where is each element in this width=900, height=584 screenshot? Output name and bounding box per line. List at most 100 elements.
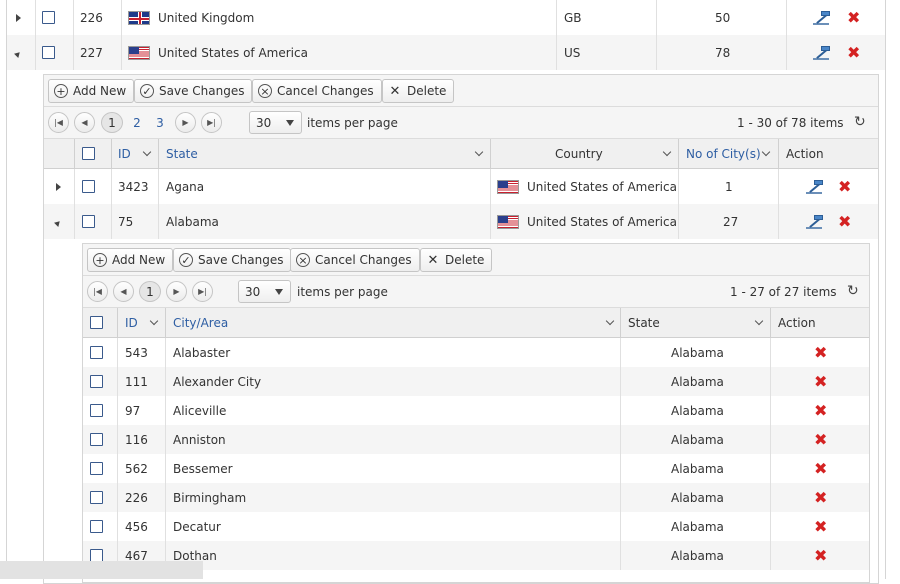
delete-icon[interactable]: ✖ <box>838 178 851 195</box>
table-row[interactable]: 111 Alexander City Alabama ✖ <box>83 367 869 396</box>
delete-icon[interactable]: ✖ <box>814 373 827 390</box>
column-header-state[interactable]: State <box>628 308 660 337</box>
table-row[interactable]: 97 Aliceville Alabama ✖ <box>83 396 869 425</box>
row-id: 456 <box>125 519 148 534</box>
table-row[interactable]: 543 Alabaster Alabama ✖ <box>83 338 869 367</box>
collapse-row-icon[interactable] <box>14 35 24 70</box>
delete-icon[interactable]: ✖ <box>814 547 827 564</box>
horizontal-scrollbar[interactable] <box>0 561 203 579</box>
delete-icon[interactable]: ✖ <box>814 402 827 419</box>
next-page-icon[interactable]: ▶ <box>175 112 196 133</box>
chevron-down-icon[interactable] <box>662 147 672 157</box>
table-row[interactable]: 562 Bessemer Alabama ✖ <box>83 454 869 483</box>
add-new-button[interactable]: + Add New <box>48 79 135 103</box>
last-page-icon[interactable]: ▶| <box>201 112 222 133</box>
page-3[interactable]: 3 <box>149 112 171 133</box>
check-icon: ✓ <box>179 253 193 267</box>
delete-icon[interactable]: ✖ <box>838 213 851 230</box>
delete-icon[interactable]: ✖ <box>814 431 827 448</box>
table-row[interactable]: 226 United Kingdom GB 50 ✖ <box>7 0 885 35</box>
row-checkbox[interactable] <box>90 520 103 533</box>
country-name: United States of America <box>527 214 677 229</box>
page-1[interactable]: 1 <box>139 281 161 302</box>
chevron-down-icon[interactable] <box>605 316 615 326</box>
delete-icon[interactable]: ✖ <box>814 344 827 361</box>
row-checkbox[interactable] <box>82 180 95 193</box>
country-name: United States of America <box>527 179 677 194</box>
delete-icon[interactable]: ✖ <box>814 489 827 506</box>
last-page-icon[interactable]: ▶| <box>192 281 213 302</box>
save-changes-button[interactable]: ✓ Save Changes <box>134 79 253 103</box>
edit-icon[interactable] <box>812 44 832 62</box>
column-header-country[interactable]: Country <box>555 139 603 168</box>
row-checkbox[interactable] <box>42 11 55 24</box>
page-2[interactable]: 2 <box>126 112 148 133</box>
save-changes-button[interactable]: ✓ Save Changes <box>173 248 292 272</box>
column-header-id[interactable]: ID <box>118 139 131 168</box>
select-all-checkbox[interactable] <box>90 316 103 329</box>
cancel-changes-button[interactable]: × Cancel Changes <box>252 79 382 103</box>
row-checkbox[interactable] <box>42 46 55 59</box>
expand-row-icon[interactable] <box>16 0 21 35</box>
chevron-down-icon[interactable] <box>761 147 771 157</box>
chevron-down-icon[interactable] <box>754 316 764 326</box>
row-checkbox[interactable] <box>90 375 103 388</box>
page-1[interactable]: 1 <box>101 112 123 133</box>
add-new-button[interactable]: + Add New <box>87 248 174 272</box>
refresh-icon[interactable]: ↻ <box>854 115 868 129</box>
chevron-down-icon[interactable] <box>474 147 484 157</box>
city-name: Alabaster <box>173 345 231 360</box>
next-page-icon[interactable]: ▶ <box>166 281 187 302</box>
table-row[interactable]: 227 United States of America US 78 ✖ <box>7 35 885 70</box>
first-page-icon[interactable]: |◀ <box>48 112 69 133</box>
prev-page-icon[interactable]: ◀ <box>113 281 134 302</box>
column-header-cities[interactable]: No of City(s) <box>686 139 761 168</box>
column-header-state[interactable]: State <box>166 139 198 168</box>
row-checkbox[interactable] <box>90 462 103 475</box>
collapse-row-icon[interactable] <box>54 204 64 239</box>
state-count: 50 <box>715 10 731 25</box>
cancel-changes-button[interactable]: × Cancel Changes <box>290 248 420 272</box>
row-checkbox[interactable] <box>82 215 95 228</box>
edit-icon[interactable] <box>805 178 825 196</box>
page-size-select[interactable]: 30 <box>249 111 302 134</box>
table-row[interactable]: 75 Alabama United States of America 27 ✖ <box>44 204 878 239</box>
select-all-checkbox[interactable] <box>82 147 95 160</box>
row-checkbox[interactable] <box>90 404 103 417</box>
delete-button[interactable]: ✕ Delete <box>420 248 493 272</box>
prev-page-icon[interactable]: ◀ <box>74 112 95 133</box>
city-count: 27 <box>723 214 739 229</box>
table-row[interactable]: 456 Decatur Alabama ✖ <box>83 512 869 541</box>
delete-icon[interactable]: ✖ <box>814 518 827 535</box>
cancel-icon: × <box>258 84 272 98</box>
page-size-select[interactable]: 30 <box>238 280 291 303</box>
state-name: Alabama <box>671 403 724 418</box>
column-header-city[interactable]: City/Area <box>173 308 228 337</box>
delete-icon[interactable]: ✖ <box>814 460 827 477</box>
refresh-icon[interactable]: ↻ <box>847 284 861 298</box>
edit-icon[interactable] <box>812 9 832 27</box>
edit-icon[interactable] <box>805 213 825 231</box>
us-flag-icon <box>497 214 519 229</box>
state-grid-toolbar: + Add New ✓ Save Changes × Cancel Changes ✕… <box>44 75 878 107</box>
delete-icon[interactable]: ✖ <box>847 44 860 61</box>
row-checkbox[interactable] <box>90 491 103 504</box>
table-row[interactable]: 116 Anniston Alabama ✖ <box>83 425 869 454</box>
delete-icon[interactable]: ✖ <box>847 9 860 26</box>
chevron-down-icon[interactable] <box>149 316 159 326</box>
row-checkbox[interactable] <box>90 433 103 446</box>
expand-row-icon[interactable] <box>56 169 61 204</box>
row-id: 75 <box>118 214 134 229</box>
state-name: Alabama <box>671 374 724 389</box>
delete-button[interactable]: ✕ Delete <box>382 79 455 103</box>
city-name: Alexander City <box>173 374 262 389</box>
state-name: Agana <box>166 179 205 194</box>
state-count: 78 <box>715 45 731 60</box>
row-checkbox[interactable] <box>90 346 103 359</box>
table-row[interactable]: 226 Birmingham Alabama ✖ <box>83 483 869 512</box>
column-header-id[interactable]: ID <box>125 308 138 337</box>
first-page-icon[interactable]: |◀ <box>87 281 108 302</box>
country-code: US <box>564 45 581 60</box>
chevron-down-icon[interactable] <box>142 147 152 157</box>
table-row[interactable]: 3423 Agana United States of America 1 ✖ <box>44 169 878 204</box>
